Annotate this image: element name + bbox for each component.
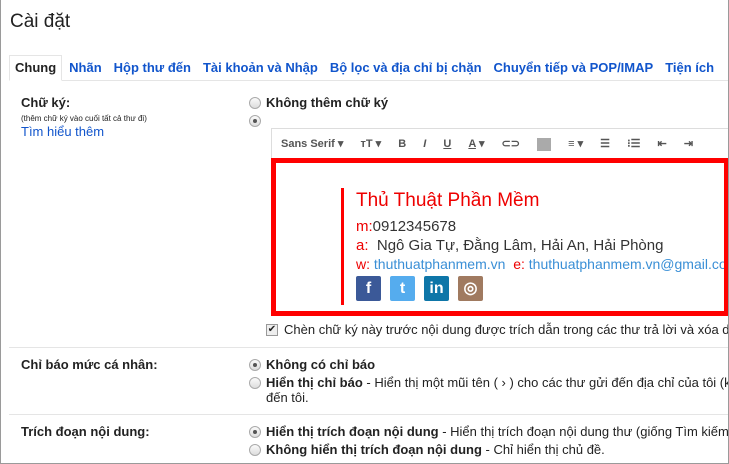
tab-inbox[interactable]: Hộp thư đến (109, 56, 196, 80)
phone-value: 0912345678 (372, 218, 457, 235)
signature-radio[interactable] (249, 115, 261, 127)
email-key: e: (513, 256, 525, 272)
tab-filters[interactable]: Bộ lọc và địa chỉ bị chặn (325, 56, 487, 80)
signature-label: Chữ ký: (21, 95, 71, 110)
tab-labels[interactable]: Nhãn (64, 56, 107, 80)
font-size-icon: тT (360, 138, 373, 150)
insert-before-quote-checkbox[interactable]: ✔ (266, 324, 278, 336)
font-label: Sans Serif (281, 138, 335, 150)
twitter-icon[interactable]: t (390, 276, 415, 301)
show-snippets-radio[interactable] (249, 426, 261, 438)
facebook-icon[interactable]: f (356, 276, 381, 301)
no-snippets-radio[interactable] (249, 444, 261, 456)
settings-tabs: Chung Nhãn Hộp thư đến Tài khoản và Nhập Bộ … (9, 55, 728, 81)
phone-key: m: (356, 218, 373, 235)
bold-button[interactable]: B (398, 138, 406, 150)
signature-web-line: w: thuthuatphanmem.vn e: thuthuatphanmem… (356, 256, 724, 272)
indent-more-icon[interactable]: ⇥ (684, 137, 693, 150)
insert-before-quote-label: Chèn chữ ký này trước nội dung được tríc… (284, 322, 729, 337)
no-snippets-label: Không hiển thị trích đoạn nội dung (266, 442, 482, 457)
bulleted-list-icon[interactable]: ⁝☰ (627, 137, 640, 150)
show-snippets-label: Hiển thị trích đoạn nội dung (266, 424, 439, 439)
website-link[interactable]: thuthuatphanmem.vn (374, 256, 506, 272)
divider (9, 347, 728, 348)
email-link[interactable]: thuthuatphanmem.vn@gmail.com (529, 256, 724, 272)
font-select[interactable]: Sans Serif ▾ (281, 137, 343, 150)
image-icon[interactable] (537, 137, 552, 151)
italic-button[interactable]: I (423, 138, 426, 150)
signature-editor[interactable]: Thủ Thuật Phần Mềm m:0912345678 a: Ngô G… (271, 158, 728, 316)
font-size-button[interactable]: тT ▾ (360, 137, 381, 150)
align-icon[interactable]: ≡ ▾ (568, 137, 583, 150)
address-key: a: (356, 237, 369, 254)
no-signature-radio[interactable] (249, 97, 261, 109)
text-color-button[interactable]: A ▾ (468, 137, 484, 150)
learn-more-link[interactable]: Tìm hiểu thêm (21, 124, 104, 139)
settings-window: Cài đặt Chung Nhãn Hộp thư đến Tài khoản và… (0, 0, 729, 464)
snippets-label: Trích đoạn nội dung: (21, 424, 150, 439)
show-indicator-radio[interactable] (249, 377, 261, 389)
personal-indicator-label: Chỉ báo mức cá nhân: (21, 357, 158, 372)
signature-address-line: a: Ngô Gia Tự, Đằng Lâm, Hải An, Hải Phò… (356, 237, 663, 254)
no-indicator-label: Không có chỉ báo (266, 357, 376, 372)
numbered-list-icon[interactable]: ☰ (600, 137, 610, 150)
text-color-icon: A (468, 138, 476, 150)
tab-general[interactable]: Chung (9, 55, 63, 81)
indent-less-icon[interactable]: ⇤ (658, 137, 667, 150)
show-snippets-desc: - Hiển thị trích đoạn nội dung thư (giốn… (442, 424, 729, 439)
editor-toolbar: Sans Serif ▾ тT ▾ B I U A ▾ ⊂⊃ ≡ ▾ ☰ ⁝☰ … (271, 128, 728, 158)
link-icon[interactable]: ⊂⊃ (502, 137, 520, 150)
tab-accounts[interactable]: Tài khoản và Nhập (198, 56, 323, 80)
no-snippets-desc: - Chỉ hiển thị chủ đề. (481, 442, 605, 457)
show-indicator-label: Hiển thị chỉ báo (266, 375, 363, 390)
web-key: w: (356, 256, 370, 272)
signature-phone-line: m:0912345678 (356, 218, 456, 235)
no-signature-label: Không thêm chữ ký (266, 95, 389, 110)
no-indicator-radio[interactable] (249, 359, 261, 371)
address-value: Ngô Gia Tự, Đằng Lâm, Hải An, Hải Phòng (376, 237, 664, 254)
underline-button[interactable]: U (443, 138, 451, 150)
show-indicator-desc: - Hiển thị một mũi tên ( › ) cho các thư… (366, 375, 728, 390)
divider (9, 414, 728, 415)
tab-addons[interactable]: Tiện ích (660, 56, 719, 80)
show-indicator-desc-cont: đến tôi. (266, 390, 309, 405)
tab-forwarding[interactable]: Chuyển tiếp và POP/IMAP (489, 56, 659, 80)
signature-accent-bar (341, 188, 344, 305)
page-title: Cài đặt (10, 11, 71, 32)
linkedin-icon[interactable]: in (424, 276, 449, 301)
signature-sublabel: (thêm chữ ký vào cuối tất cả thư đi) (21, 114, 147, 123)
signature-name: Thủ Thuật Phần Mềm (356, 190, 540, 211)
instagram-icon[interactable]: ◎ (458, 276, 483, 301)
